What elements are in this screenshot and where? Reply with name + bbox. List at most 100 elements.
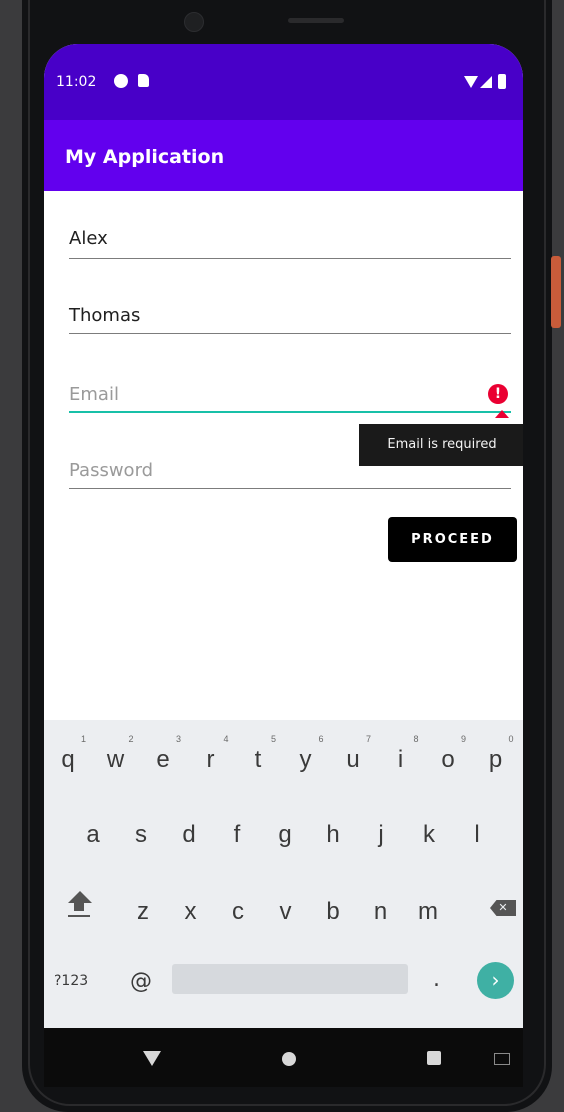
key-letter: m: [418, 898, 438, 925]
battery-icon: [498, 74, 506, 89]
navigation-bar: [44, 1028, 523, 1087]
key-number-hint: 7: [365, 734, 371, 744]
app-bar: My Application: [44, 120, 523, 191]
key-t[interactable]: t5: [237, 734, 279, 774]
key-b[interactable]: b: [312, 898, 354, 926]
key-letter: h: [326, 821, 340, 848]
space-key[interactable]: [172, 964, 408, 994]
key-number-hint: 8: [413, 734, 419, 744]
signal-icon: [480, 76, 492, 88]
key-s[interactable]: s: [120, 821, 162, 849]
key-number-hint: 4: [223, 734, 229, 744]
key-z[interactable]: z: [122, 898, 164, 926]
key-number-hint: 3: [175, 734, 181, 744]
shift-icon-underline: [68, 915, 90, 917]
keyboard-switch-icon[interactable]: [494, 1053, 510, 1065]
key-letter: r: [206, 746, 215, 773]
back-icon[interactable]: [143, 1051, 161, 1066]
key-f[interactable]: f: [216, 821, 258, 849]
key-m[interactable]: m: [407, 898, 449, 926]
key-letter: z: [137, 898, 149, 925]
key-number-hint: 6: [318, 734, 324, 744]
key-a[interactable]: a: [72, 821, 114, 849]
front-camera: [184, 12, 204, 32]
home-icon[interactable]: [282, 1052, 296, 1066]
key-number-hint: 0: [508, 734, 514, 744]
first-name-field[interactable]: Alex: [69, 228, 511, 260]
key-letter: s: [135, 821, 147, 848]
key-letter: i: [397, 746, 404, 773]
key-d[interactable]: d: [168, 821, 210, 849]
status-time: 11:02: [56, 74, 97, 90]
key-number-hint: 5: [270, 734, 276, 744]
key-letter: p: [488, 746, 503, 773]
key-letter: c: [232, 898, 244, 925]
first-name-underline: [69, 258, 511, 259]
period-key[interactable]: .: [433, 967, 440, 992]
key-h[interactable]: h: [312, 821, 354, 849]
go-arrow-icon: ›: [491, 968, 500, 992]
key-c[interactable]: c: [217, 898, 259, 926]
status-bar: 11:02: [44, 44, 523, 120]
key-j[interactable]: j: [360, 821, 402, 849]
shift-key[interactable]: [66, 891, 92, 921]
key-r[interactable]: r4: [190, 734, 232, 774]
key-i[interactable]: i8: [380, 734, 422, 774]
key-v[interactable]: v: [265, 898, 307, 926]
key-letter: t: [254, 746, 262, 773]
sim-card-icon: [138, 74, 149, 87]
email-placeholder: Email: [69, 384, 119, 405]
key-letter: q: [61, 746, 75, 773]
data-saver-icon: [114, 74, 128, 88]
key-letter: g: [278, 821, 292, 848]
password-field[interactable]: Password: [69, 460, 511, 490]
key-letter: d: [182, 821, 196, 848]
key-letter: o: [441, 746, 455, 773]
last-name-field[interactable]: Thomas: [69, 305, 511, 337]
backspace-key[interactable]: ✕: [490, 900, 516, 916]
key-number-hint: 9: [460, 734, 466, 744]
symbols-key[interactable]: ?123: [54, 973, 88, 989]
key-letter: e: [156, 746, 170, 773]
key-letter: w: [106, 746, 125, 773]
backspace-icon: ✕: [498, 901, 508, 914]
key-letter: k: [423, 821, 435, 848]
key-letter: v: [279, 898, 292, 925]
key-letter: l: [474, 821, 480, 848]
key-q[interactable]: q1: [47, 734, 89, 774]
phone-screen: 11:02 My Application Alex Thomas Email !…: [44, 44, 523, 1087]
last-name-value: Thomas: [69, 305, 141, 326]
key-letter: a: [86, 821, 100, 848]
key-letter: x: [184, 898, 197, 925]
key-x[interactable]: x: [170, 898, 212, 926]
email-field[interactable]: Email: [69, 384, 511, 414]
key-w[interactable]: w2: [95, 734, 137, 774]
soft-keyboard: q1w2e3r4t5y6u7i8o9p0 asdfghjkl zxcvbnm ✕…: [44, 720, 523, 1028]
error-popup-pointer: [495, 410, 509, 418]
key-number-hint: 1: [80, 734, 86, 744]
at-key[interactable]: @: [130, 969, 152, 994]
recents-icon[interactable]: [427, 1051, 441, 1065]
key-g[interactable]: g: [264, 821, 306, 849]
key-k[interactable]: k: [408, 821, 450, 849]
first-name-value: Alex: [69, 228, 108, 249]
key-letter: n: [373, 898, 388, 925]
key-number-hint: 2: [128, 734, 134, 744]
key-letter: u: [346, 746, 360, 773]
proceed-button[interactable]: PROCEED: [388, 517, 517, 562]
key-n[interactable]: n: [360, 898, 402, 926]
key-o[interactable]: o9: [427, 734, 469, 774]
key-p[interactable]: p0: [475, 734, 517, 774]
key-l[interactable]: l: [456, 821, 498, 849]
key-u[interactable]: u7: [332, 734, 374, 774]
earpiece-speaker: [288, 18, 344, 23]
power-button[interactable]: [551, 256, 561, 328]
password-placeholder: Password: [69, 460, 154, 481]
error-icon[interactable]: !: [488, 384, 508, 404]
shift-icon: [68, 891, 92, 903]
key-y[interactable]: y6: [285, 734, 327, 774]
key-letter: b: [326, 898, 340, 925]
key-e[interactable]: e3: [142, 734, 184, 774]
go-key[interactable]: ›: [477, 962, 514, 999]
key-letter: j: [378, 821, 384, 848]
